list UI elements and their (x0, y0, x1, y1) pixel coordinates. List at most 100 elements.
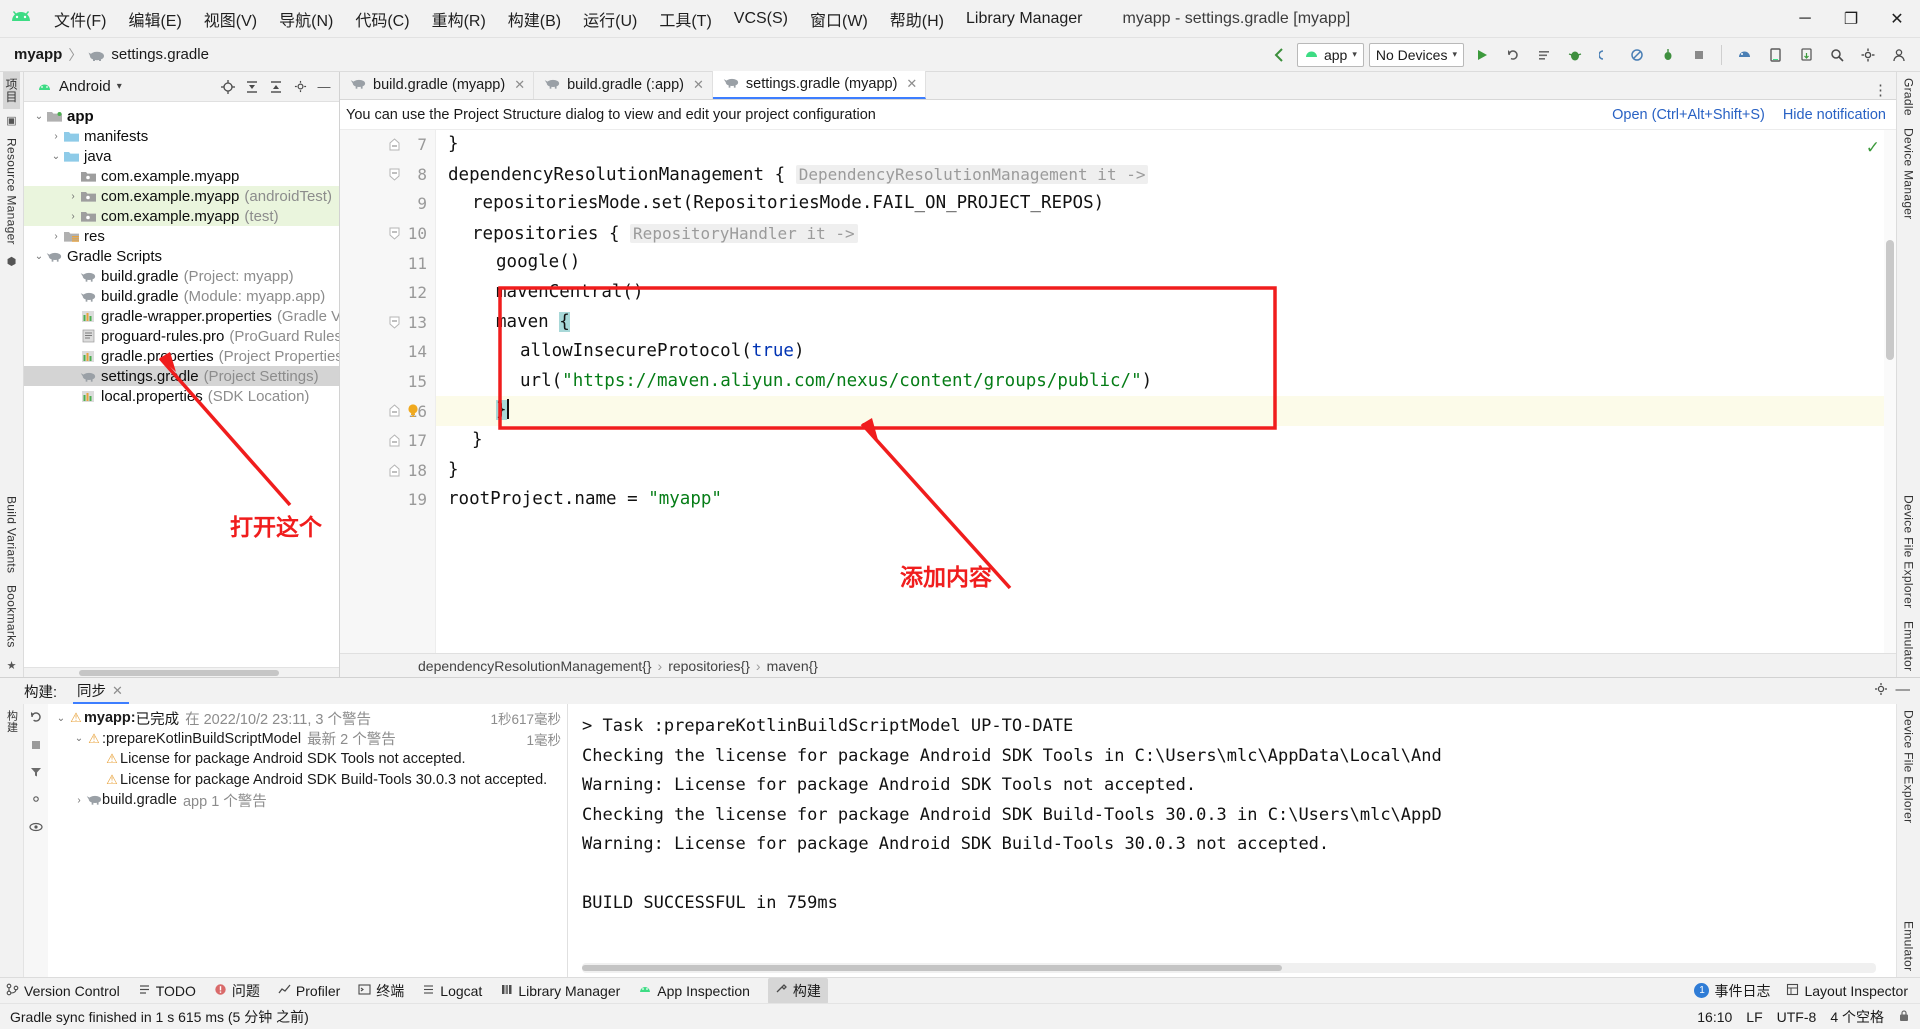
code-fold-end-icon[interactable] (388, 404, 401, 417)
resource-icon[interactable]: ▣ (6, 109, 16, 132)
code-fold-end-icon[interactable] (388, 138, 401, 151)
menu-bar[interactable]: 文件(F) 编辑(E) 视图(V) 导航(N) 代码(C) 重构(R) 构建(B… (44, 4, 1093, 34)
build-tree-row[interactable]: ⌄ ⚠ myapp: 已完成在 2022/10/2 23:11, 3 个警告 1秒61… (48, 708, 567, 729)
run-icon[interactable] (1469, 42, 1495, 68)
expand-chevron-icon[interactable]: ⌄ (54, 713, 68, 724)
intention-bulb-icon[interactable] (406, 403, 420, 418)
expand-chevron-icon[interactable]: ⌄ (32, 251, 46, 262)
breadcrumb-repositories[interactable]: repositories{} (668, 658, 750, 674)
rail-bookmarks[interactable]: Bookmarks (5, 579, 19, 654)
editor-tab[interactable]: build.gradle (myapp) ✕ (340, 71, 535, 99)
close-icon[interactable]: ✕ (514, 77, 525, 93)
build-sync-tab[interactable]: 同步 ✕ (73, 678, 129, 704)
device-file-icon[interactable] (1793, 42, 1819, 68)
status-bar-item-layout-inspector[interactable]: Layout Inspector (1786, 983, 1908, 999)
filter-icon[interactable] (30, 765, 42, 782)
code-line[interactable]: allowInsecureProtocol(true) (436, 337, 1896, 367)
close-icon[interactable]: ✕ (906, 76, 917, 92)
stop-icon[interactable] (1686, 42, 1712, 68)
sdk-manager-icon[interactable] (1762, 42, 1788, 68)
footer-item[interactable]: 16:10 (1697, 1009, 1732, 1025)
close-icon[interactable]: ✕ (112, 683, 123, 699)
debug-icon[interactable] (1562, 42, 1588, 68)
code-fold-end-icon[interactable] (388, 434, 401, 447)
code-breadcrumbs[interactable]: dependencyResolutionManagement{} › repos… (340, 653, 1896, 677)
rail-emulator[interactable]: Emulator (1902, 615, 1916, 677)
eye-icon[interactable] (29, 819, 43, 836)
menu-tools[interactable]: 工具(T) (649, 4, 721, 34)
status-bar-right[interactable]: 1 事件日志 Layout Inspector (1694, 981, 1914, 1001)
status-bar-item-branch[interactable]: Version Control (6, 983, 120, 999)
window-controls[interactable]: ─ ❐ ✕ (1782, 0, 1920, 38)
menu-code[interactable]: 代码(C) (345, 4, 419, 34)
expand-chevron-icon[interactable]: › (66, 191, 80, 202)
code-fold-start-icon[interactable] (388, 316, 401, 329)
project-tree-row[interactable]: › com.example.myapp (androidTest) (24, 186, 339, 206)
build-tree-row[interactable]: ⌄ ⚠ :prepareKotlinBuildScriptModel 最新 2 个警… (48, 729, 567, 750)
project-tree-row[interactable]: › res (24, 226, 339, 246)
project-tree-row[interactable]: › com.example.myapp (test) (24, 206, 339, 226)
status-bar-item-terminal[interactable]: 终端 (358, 981, 404, 1001)
settings-icon[interactable] (1874, 682, 1888, 700)
breadcrumb-dependency-resolution[interactable]: dependencyResolutionManagement{} (418, 658, 652, 674)
locate-icon[interactable] (217, 76, 239, 98)
scrollbar-thumb[interactable] (582, 965, 1282, 971)
lock-icon[interactable] (1898, 1009, 1910, 1025)
hide-notification-link[interactable]: Hide notification (1783, 107, 1886, 123)
settings-icon[interactable] (289, 76, 311, 98)
rail-emulator-bottom[interactable]: Emulator (1902, 915, 1916, 977)
account-icon[interactable] (1886, 42, 1912, 68)
status-bar-item-profiler[interactable]: Profiler (278, 983, 340, 999)
code-line[interactable]: } (436, 130, 1896, 160)
menu-help[interactable]: 帮助(H) (880, 4, 954, 34)
footer-right-items[interactable]: 16:10 LF UTF-8 4 个空格 (1697, 1007, 1910, 1027)
editor-tabs-more-icon[interactable]: ⋮ (1873, 81, 1896, 99)
project-tree-row[interactable]: com.example.myapp (24, 166, 339, 186)
code-line[interactable]: repositories { RepositoryHandler it -> (436, 219, 1896, 249)
minimize-button[interactable]: ─ (1782, 0, 1828, 38)
build-event-tree[interactable]: ⌄ ⚠ myapp: 已完成在 2022/10/2 23:11, 3 个警告 1秒61… (48, 704, 568, 977)
project-tree-row[interactable]: proguard-rules.pro(ProGuard Rules for my (24, 326, 339, 346)
code-line[interactable]: maven { (436, 308, 1896, 338)
code-line[interactable]: mavenCentral() (436, 278, 1896, 308)
back-arrow-icon[interactable] (1266, 42, 1292, 68)
scrollbar-thumb[interactable] (1886, 240, 1894, 360)
line-number-gutter[interactable]: 7 8 9 10 11 12 13 14 15 16 17 18 19 (340, 130, 436, 653)
code-fold-end-icon[interactable] (388, 463, 401, 477)
menu-window[interactable]: 窗口(W) (800, 4, 878, 34)
rail-device-manager[interactable]: Device Manager (1902, 122, 1916, 226)
inspection-ok-icon[interactable]: ✓ (1866, 138, 1880, 158)
expand-chevron-icon[interactable]: ⌄ (49, 151, 63, 162)
expand-chevron-icon[interactable]: ⌄ (72, 733, 86, 744)
code-line[interactable]: url("https://maven.aliyun.com/nexus/cont… (436, 367, 1896, 397)
expand-chevron-icon[interactable]: › (66, 211, 80, 222)
project-tree-row[interactable]: local.properties (SDK Location) (24, 386, 339, 406)
menu-edit[interactable]: 编辑(E) (118, 4, 191, 34)
build-tree-row[interactable]: ⚠ License for package Android SDK Build-… (48, 770, 567, 791)
breadcrumb-maven[interactable]: maven{} (767, 658, 818, 674)
code-fold-start-icon[interactable] (388, 227, 401, 240)
rail-resource-manager[interactable]: Resource Manager (5, 132, 19, 251)
code-line[interactable]: google() (436, 248, 1896, 278)
collapse-all-icon[interactable] (265, 76, 287, 98)
code-line[interactable]: dependencyResolutionManagement { Depende… (436, 160, 1896, 190)
code-line[interactable]: repositoriesMode.set(RepositoriesMode.FA… (436, 189, 1896, 219)
notification-links[interactable]: Open (Ctrl+Alt+Shift+S) Hide notificatio… (1612, 107, 1886, 123)
status-bar-item-logcat[interactable]: Logcat (422, 983, 482, 999)
breadcrumb-project[interactable]: myapp (14, 46, 62, 63)
avd-manager-icon[interactable] (1731, 42, 1757, 68)
code-text-area[interactable]: } dependencyResolutionManagement { Depend… (436, 130, 1896, 653)
status-bar-item-todo[interactable]: TODO (138, 983, 196, 999)
footer-item[interactable]: LF (1746, 1009, 1762, 1025)
status-bar-item-build[interactable]: 构建 (767, 977, 828, 1004)
build-tree-row[interactable]: › build.gradle app 1 个警告 (48, 790, 567, 811)
rail-project[interactable]: 项目 (3, 72, 20, 109)
project-tree-row[interactable]: build.gradle (Project: myapp) (24, 266, 339, 286)
project-tree-row[interactable]: › manifests (24, 126, 339, 146)
status-bar-item-event-log[interactable]: 1 事件日志 (1694, 981, 1770, 1001)
settings-icon[interactable] (30, 792, 42, 809)
settings-icon[interactable] (1855, 42, 1881, 68)
build-tree-row[interactable]: ⚠ License for package Android SDK Tools … (48, 749, 567, 770)
menu-view[interactable]: 视图(V) (194, 4, 267, 34)
close-button[interactable]: ✕ (1874, 0, 1920, 38)
